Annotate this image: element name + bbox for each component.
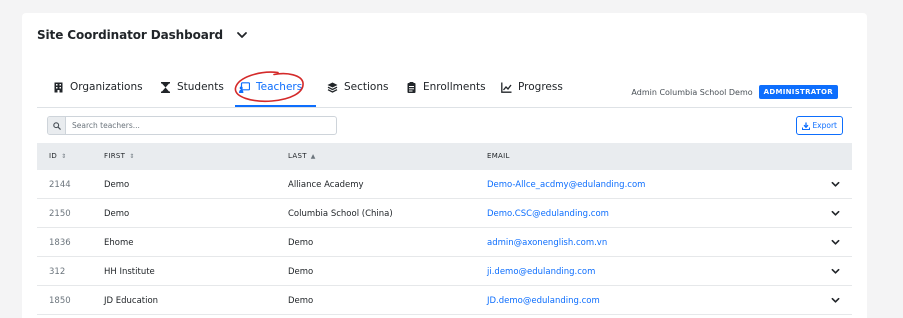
tab-label: Students: [177, 81, 224, 93]
chevron-down-icon[interactable]: [831, 209, 840, 218]
layers-icon: [327, 82, 338, 93]
column-header-email: EMAIL: [487, 152, 510, 160]
column-header-last[interactable]: LAST ▲: [288, 152, 316, 160]
tab-label: Organizations: [70, 81, 143, 93]
sort-icon: ⇕: [129, 153, 135, 160]
dashboard-title: Site Coordinator Dashboard: [37, 28, 224, 42]
cell-last: Demo: [288, 267, 314, 277]
sort-icon: ⇕: [61, 153, 67, 160]
user-name: Admin Columbia School Demo: [631, 87, 753, 97]
cell-last: Columbia School (China): [288, 209, 393, 219]
table-row[interactable]: 312 HH Institute Demo ji.demo@edulanding…: [37, 257, 852, 286]
search-icon: [48, 117, 66, 134]
cell-id: 1836: [49, 238, 71, 248]
user-info: Admin Columbia School Demo ADMINISTRATOR: [631, 85, 838, 99]
cell-last: Demo: [288, 238, 314, 248]
tab-progress[interactable]: Progress: [501, 81, 563, 107]
cell-first: Demo: [104, 180, 130, 190]
cell-first: Ehome: [104, 238, 134, 248]
column-header-first[interactable]: FIRST ⇕: [104, 152, 135, 160]
chevron-down-icon[interactable]: [831, 267, 840, 276]
tab-label: Enrollments: [423, 81, 486, 93]
chevron-down-icon[interactable]: [831, 296, 840, 305]
tab-label: Progress: [518, 81, 563, 93]
cell-first: HH Institute: [104, 267, 155, 277]
search-box: [47, 116, 337, 135]
cell-last: Demo: [288, 296, 314, 306]
cell-email[interactable]: admin@axonenglish.com.vn: [487, 238, 607, 248]
download-icon: [802, 122, 811, 130]
column-label: ID: [49, 152, 58, 160]
export-label: Export: [812, 121, 837, 130]
cell-email[interactable]: Demo-Allce_acdmy@edulanding.com: [487, 180, 645, 190]
column-label: EMAIL: [487, 152, 510, 160]
dashboard-header[interactable]: Site Coordinator Dashboard: [37, 28, 249, 42]
column-label: LAST: [288, 152, 307, 160]
column-label: FIRST: [104, 152, 126, 160]
tabs-divider: [37, 107, 852, 108]
tab-teachers[interactable]: Teachers: [235, 81, 317, 107]
cell-id: 1850: [49, 296, 71, 306]
chevron-down-icon[interactable]: [831, 180, 840, 189]
cell-email[interactable]: Demo.CSC@edulanding.com: [487, 209, 609, 219]
cell-first: Demo: [104, 209, 130, 219]
table-row[interactable]: 2144 Demo Alliance Academy Demo-Allce_ac…: [37, 170, 852, 199]
tab-sections[interactable]: Sections: [327, 81, 388, 107]
cell-id: 312: [49, 267, 66, 277]
column-header-id[interactable]: ID ⇕: [49, 152, 66, 160]
table-row[interactable]: 1836 Ehome Demo admin@axonenglish.com.vn: [37, 228, 852, 257]
table-row[interactable]: 1850 JD Education Demo JD.demo@edulandin…: [37, 286, 852, 315]
tab-students[interactable]: Students: [160, 81, 224, 107]
cell-id: 2144: [49, 180, 71, 190]
table-header: ID ⇕ FIRST ⇕ LAST ▲ EMAIL: [37, 143, 852, 170]
chevron-down-icon[interactable]: [235, 28, 249, 42]
sort-ascending-icon: ▲: [310, 153, 316, 160]
role-badge: ADMINISTRATOR: [758, 85, 838, 99]
hourglass-icon: [161, 82, 170, 93]
cell-email[interactable]: ji.demo@edulanding.com: [487, 267, 595, 277]
search-input[interactable]: [66, 121, 326, 130]
clipboard-icon: [407, 82, 416, 93]
tab-label: Teachers: [256, 81, 303, 93]
cell-last: Alliance Academy: [288, 180, 364, 190]
dashboard-card: Site Coordinator Dashboard Organizations…: [22, 13, 867, 318]
cell-id: 2150: [49, 209, 71, 219]
table-row[interactable]: 2150 Demo Columbia School (China) Demo.C…: [37, 199, 852, 228]
tab-label: Sections: [344, 81, 389, 93]
building-icon: [54, 82, 63, 93]
export-button[interactable]: Export: [796, 116, 843, 135]
tab-organizations[interactable]: Organizations: [53, 81, 143, 107]
cell-email[interactable]: JD.demo@edulanding.com: [487, 296, 600, 306]
tab-enrollments[interactable]: Enrollments: [406, 81, 486, 107]
teacher-board-icon: [239, 82, 250, 93]
cell-first: JD Education: [104, 296, 159, 306]
chart-line-icon: [501, 82, 512, 93]
chevron-down-icon[interactable]: [831, 238, 840, 247]
